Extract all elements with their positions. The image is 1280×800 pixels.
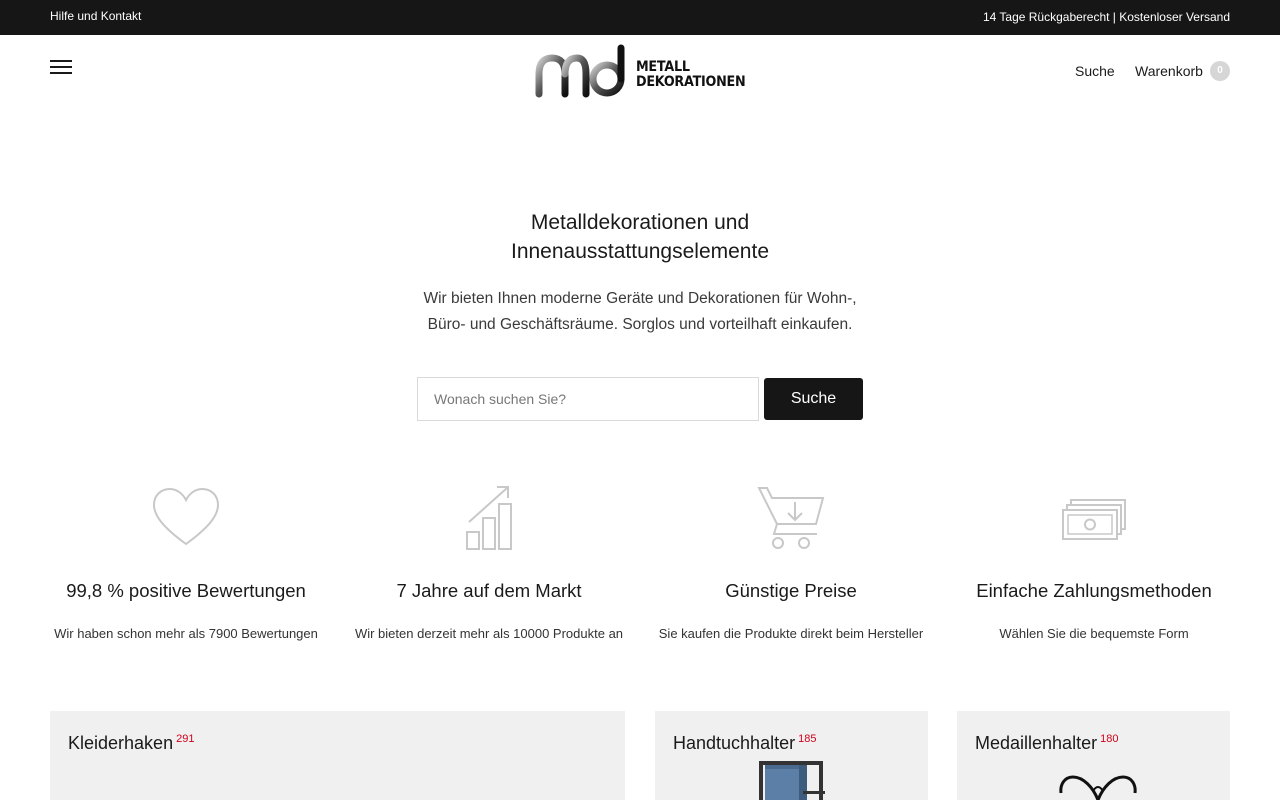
site-header: METALL DEKORATIONEN Suche Warenkorb 0 [0,35,1280,110]
cart-download-icon [757,487,825,549]
feature-payment: Einfache Zahlungsmethoden Wählen Sie die… [944,484,1244,641]
feature-title: Günstige Preise [725,580,857,601]
towel-rack-image [759,761,825,800]
medal-holder-heart-image [1059,775,1137,800]
category-card-kleiderhaken[interactable]: Kleiderhaken 291 [50,711,625,800]
site-logo[interactable]: METALL DEKORATIONEN [534,44,748,98]
feature-desc: Wir haben schon mehr als 7900 Bewertunge… [54,626,318,641]
search-input[interactable] [417,377,759,421]
cart-link[interactable]: Warenkorb [1135,63,1203,79]
feature-title: 7 Jahre auf dem Markt [396,580,582,601]
feature-desc: Wählen Sie die bequemste Form [999,626,1189,641]
top-bar: Hilfe und Kontakt 14 Tage Rückgaberecht … [0,0,1280,35]
feature-desc: Sie kaufen die Produkte direkt beim Hers… [658,626,924,641]
hero-subtitle: Wir bieten Ihnen moderne Geräte und Deko… [423,290,857,333]
category-count: 185 [798,733,817,745]
category-title: Medaillenhalter 180 [975,733,1119,753]
feature-prices: Günstige Preise Sie kaufen die Produkte … [641,484,941,641]
logo-mark-icon [535,44,625,98]
heart-icon [152,487,220,546]
feature-desc: Wir bieten derzeit mehr als 10000 Produk… [354,626,624,641]
logo-text: METALL DEKORATIONEN [636,59,746,90]
growth-chart-icon [466,486,512,550]
category-card-handtuchhalter[interactable]: Handtuchhalter 185 [655,711,928,800]
category-card-medaillenhalter[interactable]: Medaillenhalter 180 [957,711,1230,800]
category-count: 291 [176,733,195,745]
hero-title: Metalldekorationen und Innenausstattungs… [510,211,770,263]
feature-ratings: 99,8 % positive Bewertungen Wir haben sc… [36,484,336,641]
feature-title: Einfache Zahlungsmethoden [976,580,1212,601]
search-button[interactable]: Suche [764,378,863,420]
category-count: 180 [1100,733,1119,745]
shipping-info: 14 Tage Rückgaberecht | Kostenloser Vers… [982,10,1230,24]
menu-icon[interactable] [50,60,72,74]
category-title: Handtuchhalter 185 [673,733,817,753]
feature-title: 99,8 % positive Bewertungen [66,580,306,601]
category-title: Kleiderhaken 291 [68,733,195,753]
feature-years: 7 Jahre auf dem Markt Wir bieten derzeit… [339,484,639,641]
money-icon [1062,499,1126,540]
header-search-link[interactable]: Suche [1075,63,1115,79]
help-contact-link[interactable]: Hilfe und Kontakt [50,9,141,23]
cart-count-badge[interactable]: 0 [1210,61,1230,81]
